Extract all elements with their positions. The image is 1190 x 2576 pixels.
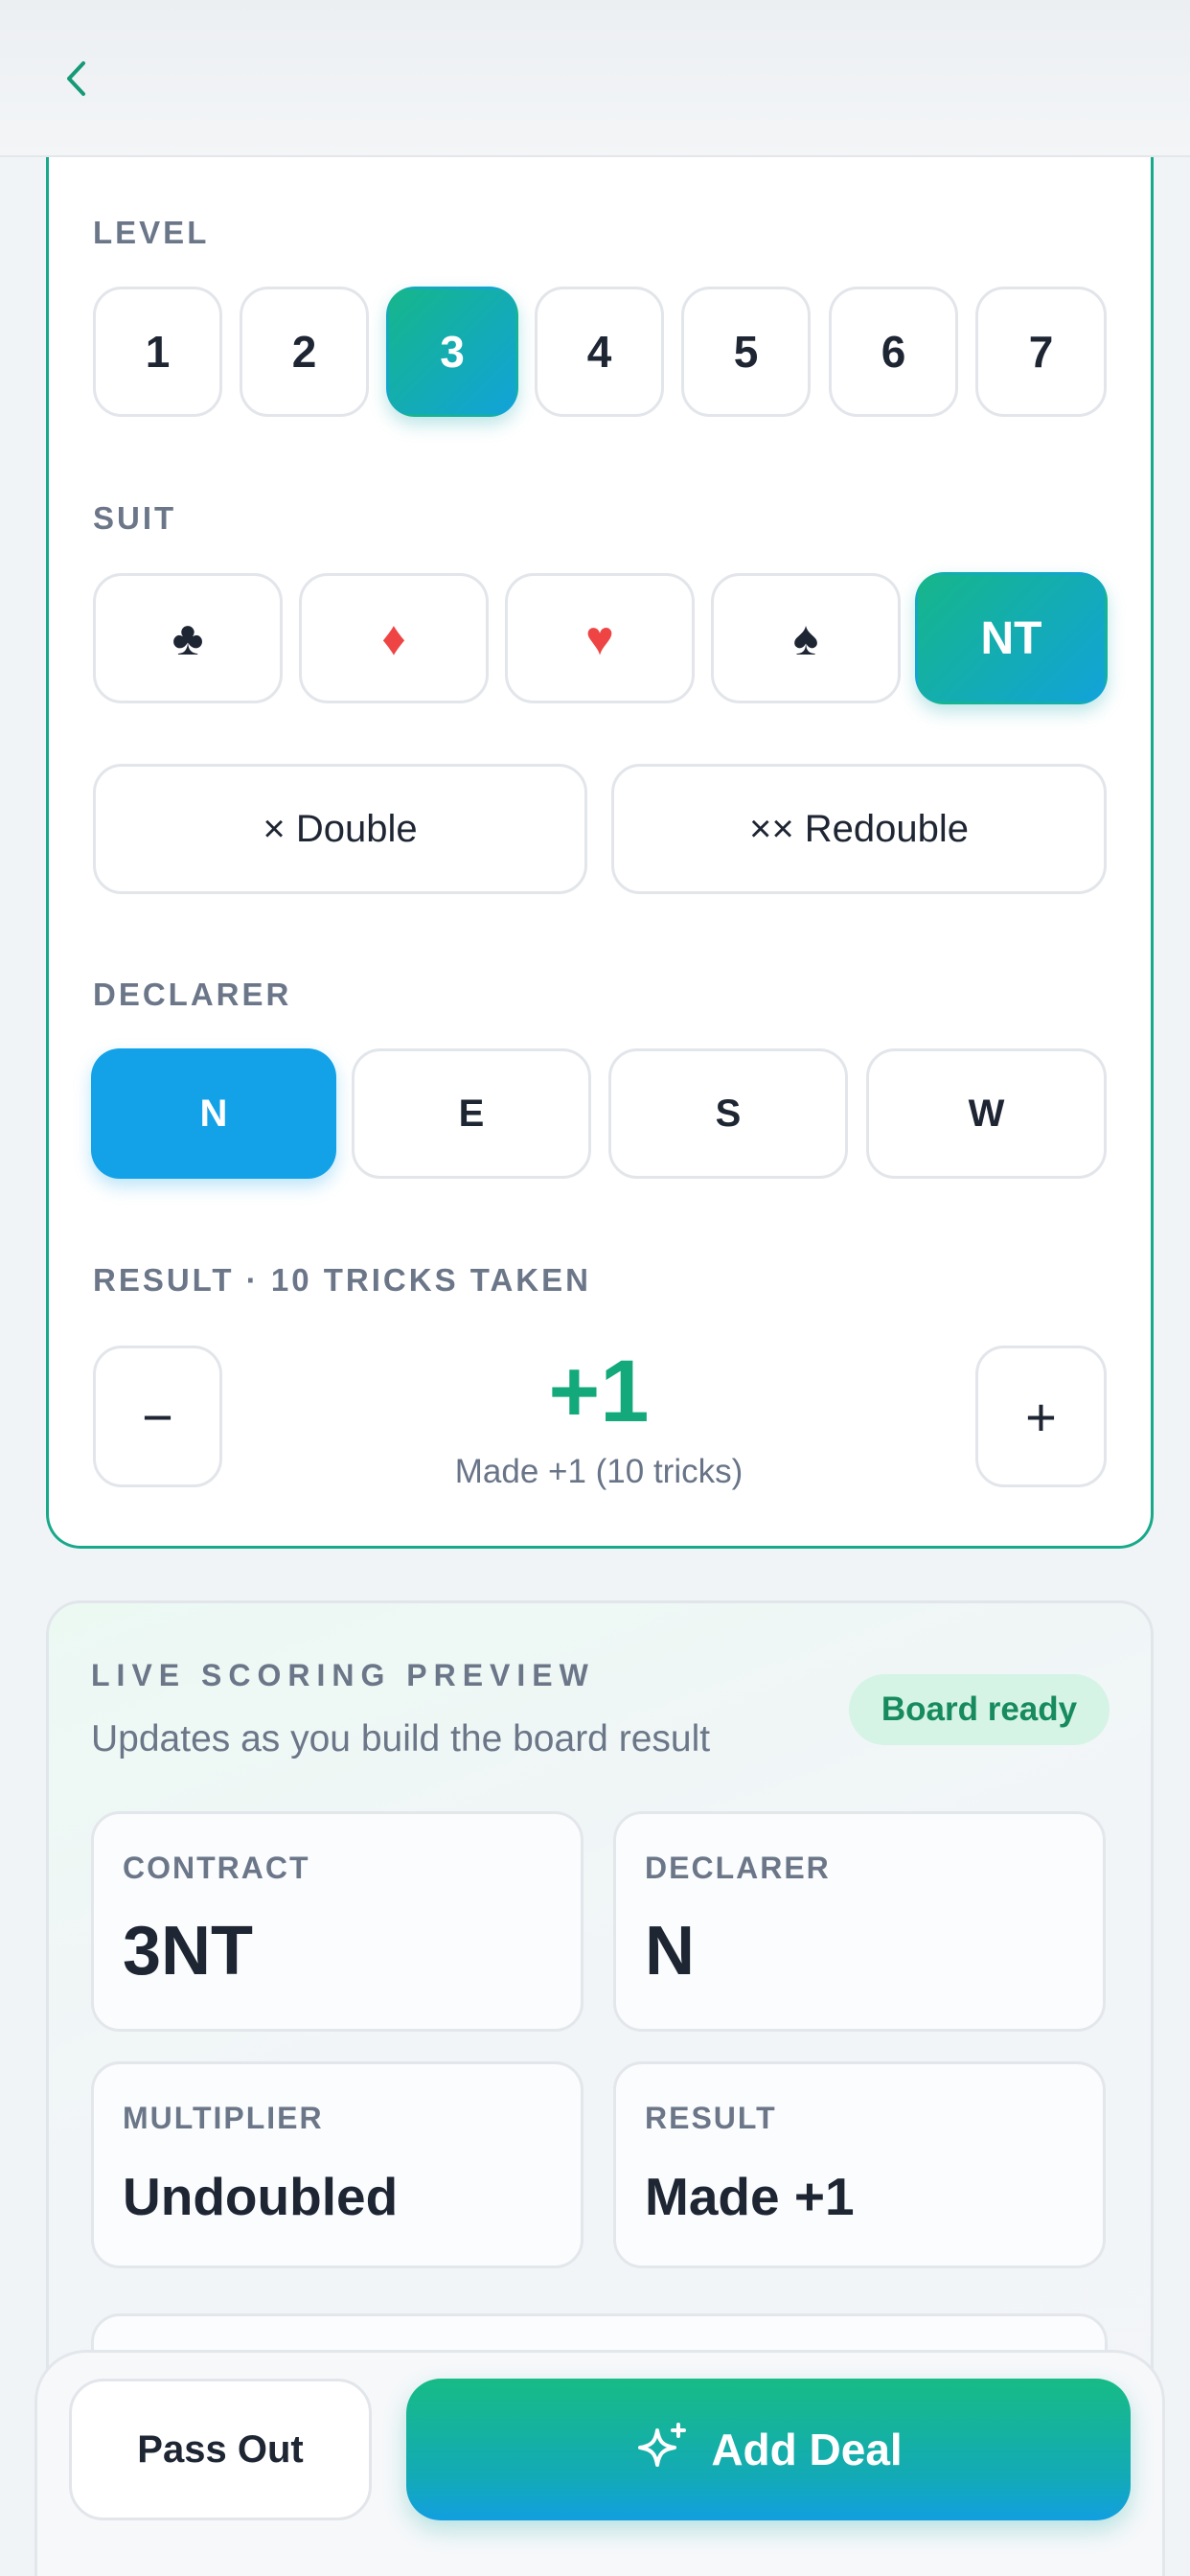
stat-value: 3NT: [123, 1913, 254, 1990]
level-label: LEVEL: [93, 215, 210, 250]
declarer-option-w[interactable]: W: [866, 1048, 1107, 1179]
diamond-icon: ♦: [381, 611, 406, 665]
declarer-option-s[interactable]: S: [608, 1048, 848, 1179]
result-description: Made +1 (10 tricks): [454, 1453, 744, 1490]
stat-declarer: DECLARER N: [613, 1811, 1106, 2032]
level-option-3-selected[interactable]: 3: [386, 287, 518, 417]
sparkle-icon: [638, 2423, 687, 2467]
suit-option-diamonds[interactable]: ♦: [299, 573, 489, 703]
stat-label: DECLARER: [645, 1851, 831, 1885]
stat-value: Made +1: [645, 2167, 855, 2226]
club-icon: ♣: [172, 611, 204, 665]
level-option-4[interactable]: 4: [535, 287, 664, 417]
level-option-5[interactable]: 5: [681, 287, 811, 417]
stat-label: RESULT: [645, 2101, 777, 2135]
chevron-left-icon: [67, 61, 85, 96]
suit-option-clubs[interactable]: ♣: [93, 573, 283, 703]
redouble-button[interactable]: ×× Redouble: [611, 764, 1107, 894]
stat-contract: CONTRACT 3NT: [91, 1811, 584, 2032]
add-deal-label: Add Deal: [711, 2425, 903, 2474]
suit-label: SUIT: [93, 500, 177, 536]
declarer-label: DECLARER: [93, 977, 292, 1012]
stat-value: Undoubled: [123, 2167, 399, 2226]
stat-label: CONTRACT: [123, 1851, 310, 1885]
plus-icon: +: [1025, 1386, 1057, 1447]
heart-icon: ♥: [585, 611, 614, 665]
top-bar: [0, 0, 1190, 157]
stat-value: N: [645, 1913, 695, 1990]
preview-title: LIVE SCORING PREVIEW: [91, 1658, 595, 1692]
status-badge: Board ready: [849, 1674, 1110, 1745]
suit-option-notrump-selected[interactable]: NT: [915, 572, 1108, 704]
level-option-2[interactable]: 2: [240, 287, 369, 417]
decrease-result-button[interactable]: −: [93, 1346, 222, 1487]
declarer-option-n-selected[interactable]: N: [91, 1048, 336, 1179]
add-deal-button[interactable]: Add Deal: [406, 2379, 1131, 2520]
result-overtricks-value: +1: [548, 1343, 650, 1440]
level-option-1[interactable]: 1: [93, 287, 222, 417]
double-button[interactable]: × Double: [93, 764, 587, 894]
declarer-option-e[interactable]: E: [352, 1048, 591, 1179]
preview-subtitle: Updates as you build the board result: [91, 1718, 711, 1760]
back-button[interactable]: [52, 50, 100, 107]
increase-result-button[interactable]: +: [975, 1346, 1107, 1487]
result-label: RESULT · 10 TRICKS TAKEN: [93, 1262, 591, 1298]
minus-icon: −: [142, 1386, 173, 1447]
stat-result: RESULT Made +1: [613, 2061, 1106, 2268]
spade-icon: ♠: [792, 611, 819, 665]
pass-out-button[interactable]: Pass Out: [69, 2379, 372, 2520]
stat-multiplier: MULTIPLIER Undoubled: [91, 2061, 584, 2268]
suit-option-hearts[interactable]: ♥: [505, 573, 695, 703]
level-option-7[interactable]: 7: [975, 287, 1107, 417]
level-option-6[interactable]: 6: [829, 287, 958, 417]
suit-option-spades[interactable]: ♠: [711, 573, 901, 703]
stat-label: MULTIPLIER: [123, 2101, 324, 2135]
